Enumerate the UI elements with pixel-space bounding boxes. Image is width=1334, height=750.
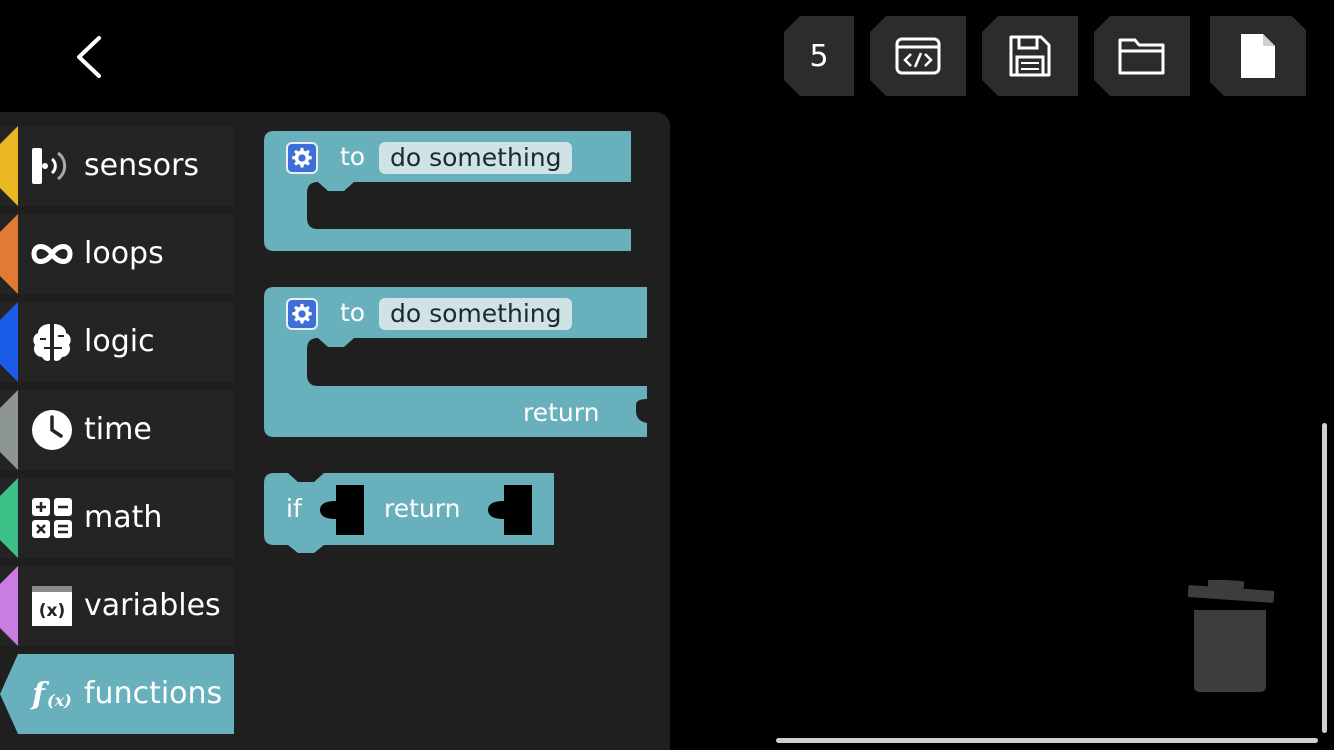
mutator-gear-button[interactable] (286, 142, 318, 174)
loop-infinity-icon (31, 244, 73, 264)
new-file-button[interactable] (1210, 16, 1306, 96)
folder-open-icon (1117, 35, 1167, 77)
open-folder-button[interactable] (1094, 16, 1190, 96)
category-time[interactable]: time (0, 390, 234, 470)
category-color-stripe (0, 478, 18, 558)
floppy-disk-icon (1007, 33, 1053, 79)
horizontal-scrollbar[interactable] (776, 738, 1318, 743)
category-color-stripe (0, 390, 18, 470)
svg-text:(x): (x) (39, 601, 66, 621)
block-keyword-to: to (340, 142, 366, 171)
category-math[interactable]: math (0, 478, 234, 558)
chevron-left-icon (77, 36, 101, 78)
trash-can[interactable] (1186, 578, 1276, 696)
function-name-field[interactable]: do something (379, 142, 573, 174)
sensors-icon (32, 148, 67, 184)
gear-icon (292, 147, 312, 168)
calculator-icon (32, 498, 72, 538)
view-code-button[interactable] (870, 16, 966, 96)
return-label: return (384, 494, 461, 523)
mutator-gear-button[interactable] (286, 298, 318, 330)
block-count: 5 (809, 38, 829, 74)
block-keyword-to: to (340, 298, 366, 327)
return-label: return (523, 398, 600, 427)
function-fx-icon: f (x) (30, 677, 72, 712)
back-button[interactable] (66, 30, 116, 84)
code-window-icon (894, 36, 942, 76)
save-button[interactable] (982, 16, 1078, 96)
category-variables[interactable]: (x) variables (0, 566, 234, 646)
brain-icon (33, 324, 71, 361)
new-file-icon (1239, 32, 1277, 80)
category-loops[interactable]: loops (0, 214, 234, 294)
category-color-stripe (0, 566, 18, 646)
category-color-stripe (0, 214, 18, 294)
vertical-scrollbar[interactable] (1322, 423, 1327, 733)
category-label: sensors (84, 148, 200, 183)
clock-icon (32, 410, 72, 450)
gear-icon (292, 303, 312, 324)
category-color-stripe (0, 126, 18, 206)
category-label: loops (84, 236, 164, 271)
category-label: time (84, 412, 152, 447)
category-label: logic (84, 324, 155, 359)
trash-icon (1187, 578, 1275, 692)
if-label: if (286, 494, 302, 523)
category-logic[interactable]: logic (0, 302, 234, 382)
svg-text:(x): (x) (47, 691, 72, 710)
function-name-field[interactable]: do something (379, 298, 573, 330)
category-label: math (84, 500, 163, 535)
variable-x-icon: (x) (32, 586, 72, 626)
category-label: functions (84, 676, 223, 711)
category-functions[interactable]: f (x) functions (0, 654, 234, 734)
block-count-button[interactable]: 5 (784, 16, 854, 96)
category-color-stripe (0, 302, 18, 382)
category-label: variables (84, 588, 221, 623)
category-sensors[interactable]: sensors (0, 126, 234, 206)
